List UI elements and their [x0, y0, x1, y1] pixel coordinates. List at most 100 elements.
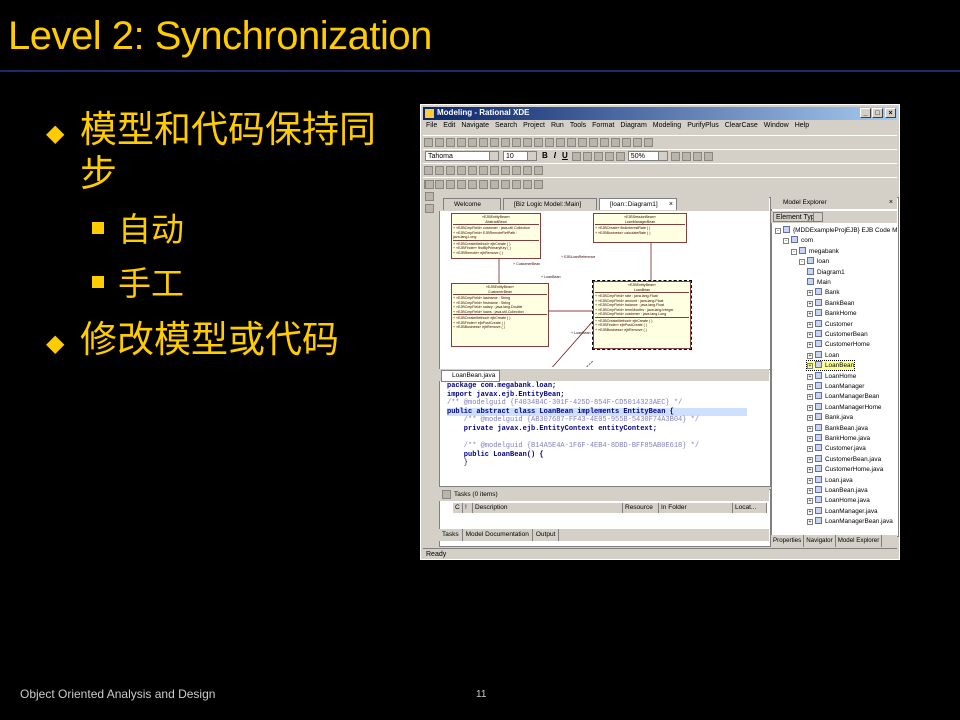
step-into-icon[interactable]	[501, 166, 510, 175]
cut-icon[interactable]	[479, 138, 488, 147]
zoom-combo[interactable]: 50%	[627, 151, 668, 161]
tree-item[interactable]: - {MDDExampleProjEJB} EJB Code M	[775, 226, 897, 235]
expand-icon[interactable]: +	[807, 363, 813, 370]
tree-item[interactable]: Diagram1	[807, 267, 845, 277]
tree-item[interactable]: + CustomerHome	[807, 340, 870, 349]
size-combo[interactable]: 10	[503, 151, 537, 161]
fit-icon[interactable]	[692, 152, 702, 161]
tab-model-documentation[interactable]: Model Documentation	[463, 529, 533, 541]
line-color-icon[interactable]	[593, 152, 603, 161]
checkin-icon[interactable]	[501, 180, 510, 189]
find-icon[interactable]	[545, 138, 554, 147]
browse-code-icon[interactable]	[457, 166, 466, 175]
bookmark-icon[interactable]	[468, 166, 477, 175]
expand-icon[interactable]: +	[807, 446, 813, 453]
expand-icon[interactable]: +	[807, 415, 813, 422]
tree-item[interactable]: + BankHome	[807, 309, 857, 318]
tree-item[interactable]: - com	[783, 236, 813, 245]
checkout-icon[interactable]	[512, 180, 521, 189]
menu-project[interactable]: Project	[520, 121, 548, 130]
menu-clearcase[interactable]: ClearCase	[722, 121, 761, 130]
col-location[interactable]: Locat...	[733, 503, 767, 513]
image-icon[interactable]	[534, 180, 543, 189]
tree-item[interactable]: + LoanHome	[807, 371, 856, 381]
breakpoint-icon[interactable]	[479, 166, 488, 175]
tree-item[interactable]: Main	[807, 278, 831, 287]
tree-item[interactable]: - loan	[799, 257, 829, 266]
tree-item[interactable]: + LoanHome.java	[807, 496, 870, 505]
grid-icon[interactable]	[703, 152, 713, 161]
back-icon[interactable]	[424, 166, 433, 175]
tree-item[interactable]: + Loan	[807, 350, 839, 360]
tab-navigator[interactable]: Navigator	[804, 535, 836, 547]
step-out-icon[interactable]	[512, 166, 521, 175]
expand-icon[interactable]: +	[807, 488, 813, 494]
tab-loan-diagram[interactable]: [loan::Diagram1] ×	[599, 198, 677, 210]
tab-tasks[interactable]: Tasks	[439, 529, 463, 541]
watch-icon[interactable]	[534, 166, 543, 175]
save-icon[interactable]	[446, 138, 455, 147]
menu-modeling[interactable]: Modeling	[650, 121, 684, 130]
tree-item[interactable]: + CustomerHome.java	[807, 465, 883, 474]
menu-purifyplus[interactable]: PurifyPlus	[684, 121, 722, 130]
shadow-icon[interactable]	[615, 152, 625, 161]
tree-item[interactable]: + BankBean	[807, 298, 855, 308]
build-icon[interactable]	[556, 138, 565, 147]
tree-item[interactable]: + LoanManagerHome	[807, 402, 882, 412]
expand-icon[interactable]: +	[807, 384, 813, 390]
col-priority[interactable]: !	[463, 503, 473, 513]
expand-icon[interactable]: +	[807, 332, 813, 338]
expand-icon[interactable]: +	[807, 467, 813, 474]
tree-item[interactable]: + BankBean.java	[807, 423, 868, 433]
association-tool-icon[interactable]	[425, 204, 434, 213]
expand-icon[interactable]: +	[807, 394, 813, 401]
tree-item[interactable]: + LoanManager	[807, 382, 864, 391]
expand-icon[interactable]: +	[807, 373, 813, 380]
expand-icon[interactable]: +	[807, 311, 813, 318]
col-resource[interactable]: Resource	[623, 503, 659, 513]
tree-item[interactable]: + Customer	[807, 319, 853, 329]
tree-item[interactable]: + LoanManagerBean	[807, 392, 879, 401]
undo-icon[interactable]	[523, 138, 532, 147]
save-all-icon[interactable]	[457, 138, 466, 147]
collapse-icon[interactable]: -	[775, 228, 781, 234]
class-tool-icon[interactable]	[425, 192, 434, 201]
menu-search[interactable]: Search	[492, 121, 520, 130]
redo-icon[interactable]	[534, 138, 543, 147]
expand-icon[interactable]: +	[807, 321, 813, 328]
menu-navigate[interactable]: Navigate	[458, 121, 492, 130]
expand-icon[interactable]: +	[807, 477, 813, 484]
expand-icon[interactable]: +	[807, 498, 813, 505]
tab-properties[interactable]: Properties	[771, 535, 805, 547]
print-icon[interactable]	[468, 138, 477, 147]
tree-item[interactable]: + Bank.java	[807, 413, 853, 422]
menu-diagram[interactable]: Diagram	[617, 121, 649, 130]
tab-biz-logic-model[interactable]: [Biz Logic Model::Main]	[503, 198, 597, 210]
menu-help[interactable]: Help	[792, 121, 812, 130]
line-style-icon[interactable]	[604, 152, 614, 161]
element-type-filter[interactable]: Element Type	[773, 212, 823, 222]
browse-model-icon[interactable]	[446, 166, 455, 175]
delete-icon[interactable]	[512, 138, 521, 147]
sync-icon[interactable]	[622, 138, 631, 147]
layout-icon[interactable]	[600, 138, 609, 147]
new-icon[interactable]	[424, 138, 433, 147]
expand-icon[interactable]: +	[807, 425, 813, 432]
select-tool-icon[interactable]	[425, 180, 434, 189]
tree-item[interactable]: + CustomerBean.java	[807, 454, 881, 464]
col-in-folder[interactable]: In Folder	[659, 503, 733, 513]
tab-model-explorer[interactable]: Model Explorer	[836, 535, 883, 547]
tree-item[interactable]: + LoanManagerBean.java	[807, 517, 893, 526]
collapse-icon[interactable]: -	[791, 248, 797, 255]
tree-item[interactable]: + Loan.java	[807, 475, 853, 485]
menu-run[interactable]: Run	[548, 121, 567, 130]
tree-item[interactable]: + LoanBean.java	[807, 486, 868, 495]
tab-welcome[interactable]: Welcome	[443, 198, 501, 210]
tree-item[interactable]: + Customer.java	[807, 444, 866, 453]
reverse-engineer-icon[interactable]	[446, 180, 455, 189]
copy-icon[interactable]	[490, 138, 499, 147]
tree-item[interactable]: + Bank	[807, 288, 840, 297]
tree-item[interactable]: + LoanBean	[805, 360, 856, 372]
expand-icon[interactable]: +	[807, 519, 813, 526]
compare-icon[interactable]	[523, 180, 532, 189]
